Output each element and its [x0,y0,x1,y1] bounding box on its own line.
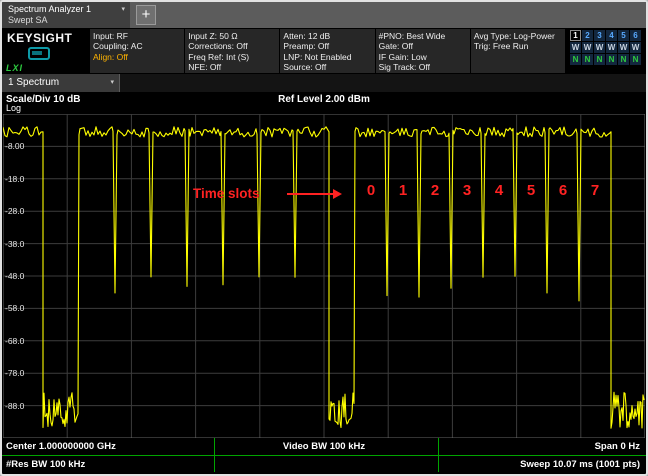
trace-type-3[interactable]: W [594,42,605,53]
setting-line: Corrections: Off [188,41,276,51]
setting-line: Sig Track: Off [379,62,467,72]
keysight-logo-icon [28,47,50,60]
setting-line: Preamp: Off [283,41,371,51]
trace-number-1[interactable]: 1 [570,30,581,41]
time-slots-label: Time slots [193,186,260,201]
settings-column-2[interactable]: Input Z: 50 ΩCorrections: OffFreq Ref: I… [185,29,280,73]
time-slots-arrow [287,193,333,195]
trace-number-2[interactable]: 2 [582,30,593,41]
trace-type-6[interactable]: W [630,42,641,53]
trace-type-2[interactable]: W [582,42,593,53]
trace-number-5[interactable]: 5 [618,30,629,41]
measurement-selector-label: 1 Spectrum [8,77,59,88]
setting-line: Freq Ref: Int (S) [188,52,276,62]
trace-type-4[interactable]: W [606,42,617,53]
annotation-row-2: #Res BW 100 kHz Sweep 10.07 ms (1001 pts… [2,456,646,472]
time-slot-number-1: 1 [399,182,407,199]
spectrum-analyzer-window: Spectrum Analyzer 1 Swept SA ▾ + KEYSIGH… [0,0,648,476]
status-header: KEYSIGHT LXI Input: RFCoupling: ACAlign:… [2,28,646,74]
y-axis-label: -78.0 [5,368,24,378]
log-scale-label: Log [6,103,21,113]
annotation-divider-1 [214,438,215,472]
setting-line: Atten: 12 dB [283,31,371,41]
setting-line: #PNO: Best Wide [379,31,467,41]
display-info-row: Scale/Div 10 dB Ref Level 2.00 dBm [2,92,646,107]
chevron-down-icon: ▾ [110,74,114,92]
settings-column-3[interactable]: Atten: 12 dBPreamp: OffLNP: Not EnabledS… [280,29,375,73]
time-slot-number-2: 2 [431,182,439,199]
setting-line: Coupling: AC [93,41,181,51]
y-axis-label: -38.0 [5,239,24,249]
setting-line: Align: Off [93,52,181,62]
tab-spectrum-analyzer-1[interactable]: Spectrum Analyzer 1 Swept SA ▾ [2,2,130,28]
video-bw[interactable]: Video BW 100 kHz [283,438,365,455]
lxi-indicator: LXI [6,63,23,73]
trace-detector-3[interactable]: N [594,54,605,65]
keysight-logo: KEYSIGHT [7,31,90,45]
center-frequency[interactable]: Center 1.000000000 GHz [6,438,116,455]
settings-column-4[interactable]: #PNO: Best WideGate: OffIF Gain: LowSig … [376,29,471,73]
trace-type-1[interactable]: W [570,42,581,53]
setting-line: NFE: Off [188,62,276,72]
annotation-row-1: Center 1.000000000 GHz Video BW 100 kHz … [2,438,646,455]
trace-number-3[interactable]: 3 [594,30,605,41]
brand-area: KEYSIGHT LXI [2,28,90,74]
trace-detector-4[interactable]: N [606,54,617,65]
tab-subtitle: Swept SA [8,15,116,26]
y-axis-label: -8.00 [5,141,24,151]
trace-table: 123456WWWWWWNNNNNN [568,28,646,74]
y-axis-label: -68.0 [5,336,24,346]
trace-detector-5[interactable]: N [618,54,629,65]
trace-detector-6[interactable]: N [630,54,641,65]
setting-line: Source: Off [283,62,371,72]
time-slot-number-4: 4 [495,182,503,199]
y-axis-label: -88.0 [5,401,24,411]
setting-line: Avg Type: Log-Power [474,31,562,41]
ref-level[interactable]: Ref Level 2.00 dBm [278,92,370,107]
chevron-down-icon[interactable]: ▾ [121,5,125,13]
trace-number-6[interactable]: 6 [630,30,641,41]
settings-column-1[interactable]: Input: RFCoupling: ACAlign: Off [90,29,185,73]
graph-area[interactable]: Time slots -8.00 -18.0 -28.0 -38.0 -48.0 -58.… [3,114,645,438]
setting-line: LNP: Not Enabled [283,52,371,62]
graticule-and-trace [3,114,645,438]
setting-line: Input Z: 50 Ω [188,31,276,41]
measurement-selector[interactable]: 1 Spectrum ▾ [2,74,120,92]
time-slots-arrow-head [333,189,342,199]
trace-type-5[interactable]: W [618,42,629,53]
y-axis-label: -18.0 [5,174,24,184]
setting-line: Trig: Free Run [474,41,562,51]
setting-line: Gate: Off [379,41,467,51]
y-axis-label: -28.0 [5,206,24,216]
setting-line: Input: RF [93,31,181,41]
time-slot-number-0: 0 [367,182,375,199]
tab-bar: Spectrum Analyzer 1 Swept SA ▾ + [2,2,646,28]
y-axis-label: -58.0 [5,303,24,313]
res-bw[interactable]: #Res BW 100 kHz [6,456,85,473]
time-slot-number-6: 6 [559,182,567,199]
trace-detector-1[interactable]: N [570,54,581,65]
annotation-divider-2 [438,438,439,472]
add-tab-button[interactable]: + [136,5,156,25]
settings-columns: Input: RFCoupling: ACAlign: OffInput Z: … [90,29,566,73]
measurement-bar: 1 Spectrum ▾ [2,74,646,92]
trace-detector-2[interactable]: N [582,54,593,65]
tab-title: Spectrum Analyzer 1 [8,4,116,15]
time-slot-number-5: 5 [527,182,535,199]
sweep-time[interactable]: Sweep 10.07 ms (1001 pts) [520,456,640,473]
span[interactable]: Span 0 Hz [595,438,640,455]
time-slot-number-7: 7 [591,182,599,199]
time-slot-number-3: 3 [463,182,471,199]
settings-column-5[interactable]: Avg Type: Log-PowerTrig: Free Run [471,29,566,73]
y-axis-label: -48.0 [5,271,24,281]
setting-line: IF Gain: Low [379,52,467,62]
trace-number-4[interactable]: 4 [606,30,617,41]
